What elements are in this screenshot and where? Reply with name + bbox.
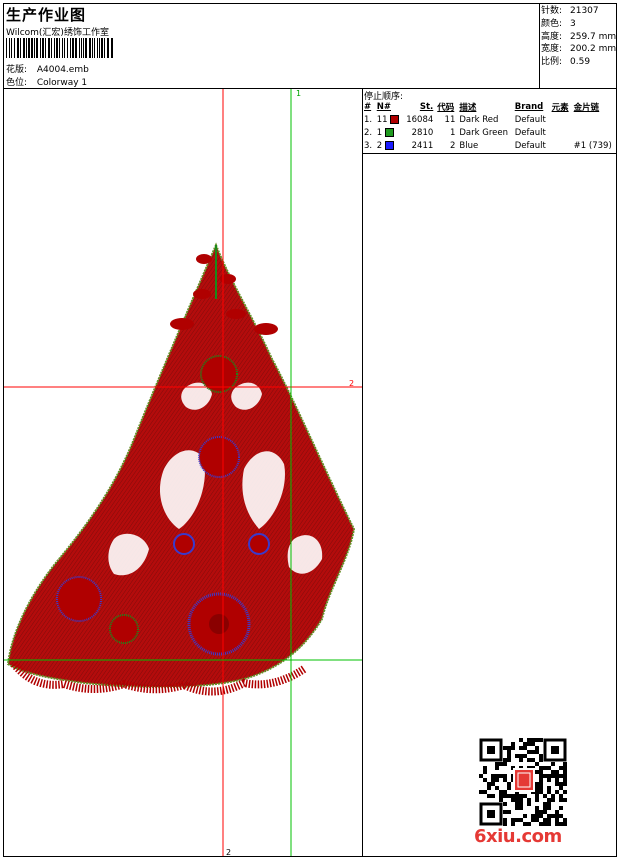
guide-label-green-top: 1: [296, 89, 302, 98]
page-title: 生产作业图: [6, 6, 87, 24]
guide-label-red-right: 2: [349, 379, 355, 388]
company-name: Wilcom(汇宏)绣饰工作室: [6, 28, 109, 38]
stop-sequence-table: # N# St. 代码 描述 Brand 元素 金片链 1. 11 16084 …: [362, 100, 616, 152]
color-swatch-blue: [384, 140, 394, 150]
guide-label-red-bottom: 2: [226, 848, 232, 857]
col-stitches: St.: [419, 101, 434, 112]
design-specs: 针数: 21307 颜色: 3 高度: 259.7 mm 宽度: 200.2 mm 比例…: [541, 5, 616, 69]
panel-divider: [362, 88, 363, 856]
col-sequin: 金片链: [573, 102, 600, 113]
table-row: 3. 2 2411 2 Blue Default #1 (739): [364, 140, 612, 151]
table-header-row: # N# St. 代码 描述 Brand 元素 金片链: [362, 100, 616, 113]
stop-table-divider: [362, 153, 616, 154]
col-brand: Brand: [514, 101, 544, 112]
col-description: 描述: [459, 102, 477, 113]
color-swatch-dark-red: [390, 114, 400, 124]
spec-height: 高度: 259.7 mm: [541, 31, 617, 42]
file-name: A4004.emb: [36, 65, 89, 75]
embroidery-design-preview: [4, 89, 362, 856]
table-row: 1. 11 16084 11 Dark Red Default: [364, 114, 546, 125]
colorway-row: 色位: Colorway 1: [6, 75, 87, 88]
embroidery-motif: [6, 242, 356, 696]
spec-stitches: 针数: 21307: [541, 6, 599, 16]
col-index: #: [364, 101, 372, 112]
file-label: 花版:: [6, 65, 28, 75]
spec-scale: 比例: 0.59: [541, 57, 591, 68]
col-needle: N#: [376, 101, 391, 112]
color-swatch-dark-green: [384, 127, 394, 137]
barcode-image: [6, 38, 113, 58]
site-watermark: 6xiu.com: [474, 826, 562, 847]
colorway-label: 色位:: [6, 78, 28, 88]
specs-divider: [539, 4, 540, 88]
spec-colors: 颜色: 3: [541, 18, 576, 29]
col-element: 元素: [551, 102, 569, 113]
qr-code-image: [479, 738, 567, 826]
colorway-name: Colorway 1: [36, 78, 88, 88]
table-row: 2. 1 2810 1 Dark Green Default: [364, 127, 546, 138]
file-row: 花版: A4004.emb: [6, 62, 89, 75]
col-code: 代码: [437, 102, 455, 113]
spec-width: 宽度: 200.2 mm: [541, 44, 617, 55]
